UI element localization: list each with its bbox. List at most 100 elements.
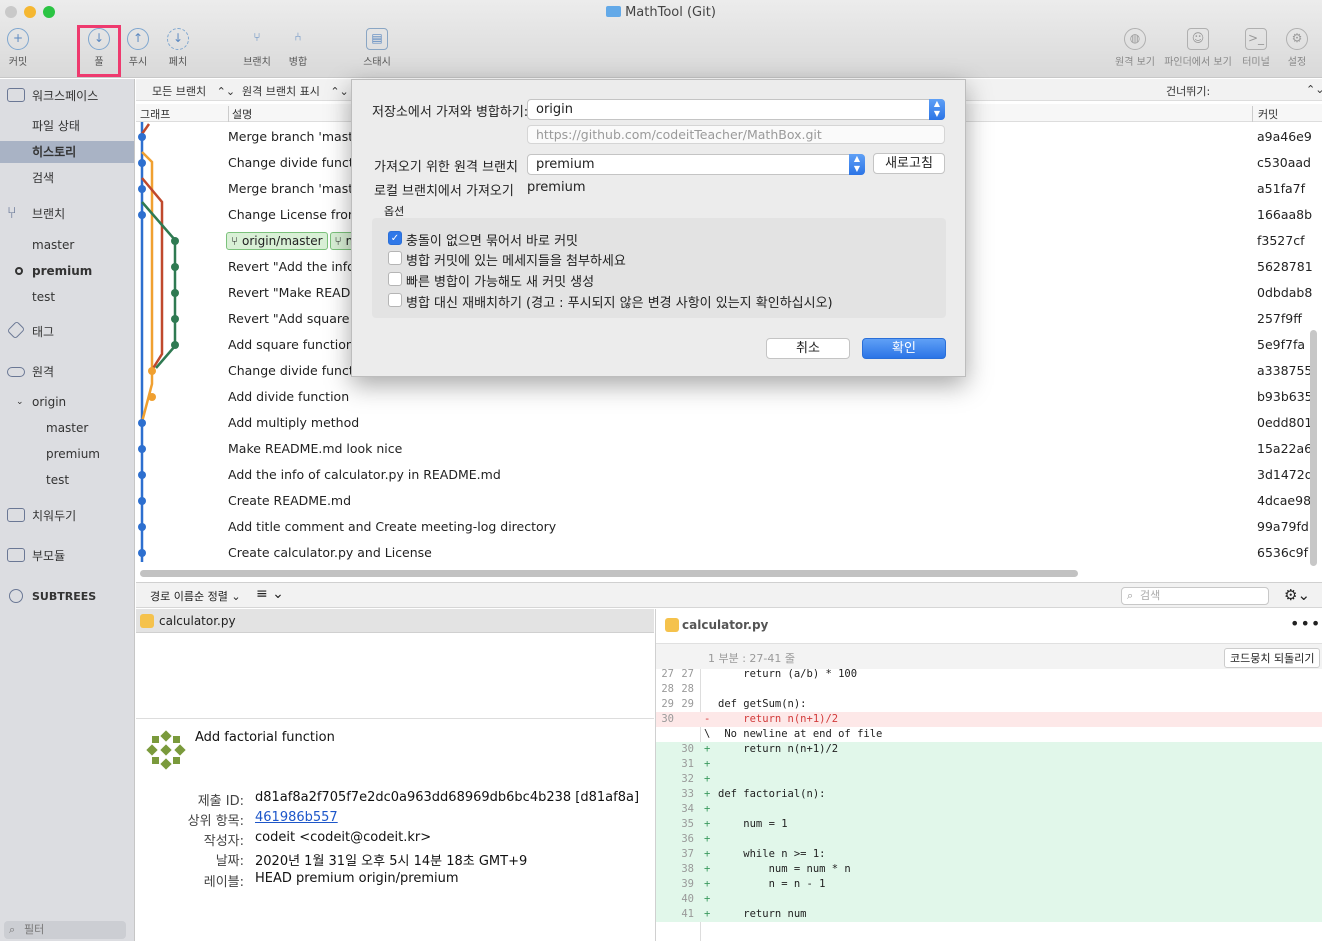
sidebar-workspace: 워크스페이스 [0,85,134,107]
commit-row[interactable]: Add title comment and Create meeting-log… [136,514,1312,540]
diff-code: return n(n+1)/2 [718,713,839,725]
option-checkbox-2[interactable] [388,251,402,265]
diff-line[interactable]: 28 28 [656,682,1322,697]
list-view-icon[interactable]: ≡ ⌄ [256,586,284,602]
commit-row[interactable]: Make README.md look nice 15a22a6 [136,436,1312,462]
merge-button[interactable]: ⑃ 병합 [268,28,328,68]
commit-message: Revert "Add square fu [228,311,366,326]
parent-link[interactable]: 461986b557 [255,810,338,825]
commit-message: Add title comment and Create meeting-log… [228,519,557,534]
new-line-number: 27 [681,668,694,680]
commit-row[interactable]: Add multiply method 0edd801 [136,410,1312,436]
sort-select[interactable]: 경로 이름순 정렬 ⌄ [150,588,241,604]
diff-line[interactable]: 35 + num = 1 [656,817,1322,832]
branch-icon: ⑂ [7,203,17,222]
diff-line[interactable]: 29 29 def getSum(n): [656,697,1322,712]
sidebar-item-search[interactable]: 검색 [0,167,134,189]
sidebar-item-history[interactable]: 히스토리 [0,141,134,163]
sidebar-remote-branch-master[interactable]: master [0,417,134,439]
vertical-scrollbar[interactable] [1310,330,1317,566]
diff-line[interactable]: 34 + [656,802,1322,817]
commit-message: Add divide function [228,389,350,404]
option-checkbox-3[interactable] [388,272,402,286]
diff-line[interactable]: 39 + n = n - 1 [656,877,1322,892]
diff-line[interactable]: 31 + [656,757,1322,772]
commit-column-header[interactable]: 커밋 [1252,106,1278,122]
new-line-number: 41 [681,908,694,920]
diff-line[interactable]: 32 + [656,772,1322,787]
hunk-range: 1 부분 : 27-41 줄 [708,652,796,665]
diff-code: while n >= 1: [718,848,826,860]
branch-tag-origin-master[interactable]: ⑂ origin/master [226,232,328,250]
option-checkbox-4[interactable] [388,293,402,307]
description-column-header[interactable]: 설명 [228,106,252,122]
diff-line[interactable]: 30 - return n(n+1)/2 [656,712,1322,727]
all-branches-select[interactable]: 모든 브랜치 ⌃⌄ [152,83,235,99]
stash-icon [7,508,25,522]
sidebar-remotes-header[interactable]: 원격 [0,361,134,383]
refresh-button[interactable]: 새로고침 [873,153,945,174]
sidebar-tags-header[interactable]: 태그 [0,320,134,343]
remote-view-button[interactable]: ◍ 원격 보기 [1105,28,1165,68]
more-options-icon[interactable]: ••• [1290,614,1321,633]
diff-line[interactable]: \ No newline at end of file [656,727,1322,742]
remote-branch-select[interactable]: premium ▲ ▼ [527,154,865,175]
diff-line[interactable]: 27 27 return (a/b) * 100 [656,667,1322,682]
skip-stepper[interactable]: ⌃⌄ [1306,83,1322,96]
sidebar-remote-branch-premium[interactable]: premium [0,443,134,465]
horizontal-scrollbar[interactable] [140,570,1078,577]
diff-code: def getSum(n): [718,698,807,710]
graph-column-header[interactable]: 그래프 [140,106,170,122]
sidebar-filter-input[interactable]: ⌕ 필터 [4,921,126,939]
commit-id-value: d81af8a2f705f7e2dc0a963dd68969db6bc4b238… [255,790,640,805]
diff-sign: + [704,818,711,830]
diff-sign: + [704,833,711,845]
commit-hash: 5628781 [1257,259,1313,274]
diff-code: return n(n+1)/2 [718,743,839,755]
file-search-input[interactable]: ⌕ 검색 [1121,587,1269,605]
commit-hash: 0dbdab8 [1257,285,1313,300]
tag-icon [6,320,26,340]
settings-button[interactable]: ⚙ 설정 [1267,28,1322,68]
sidebar-branches-header[interactable]: ⑂ 브랜치 [0,203,134,225]
sidebar-branch-test[interactable]: test [0,286,134,308]
commit-hash: 166aa8b [1257,207,1313,222]
diff-sign: + [704,908,711,920]
commit-message: Revert "Add the info o [228,259,367,274]
commit-button[interactable]: + 커밋 [0,28,48,68]
commit-row[interactable]: Create calculator.py and License 6536c9f [136,540,1312,566]
sidebar-item-file-status[interactable]: 파일 상태 [0,115,134,137]
monitor-icon [7,88,25,102]
diff-line[interactable]: 36 + [656,832,1322,847]
gear-icon[interactable]: ⚙⌄ [1284,586,1310,604]
show-remote-select[interactable]: 원격 브랜치 표시 ⌃⌄ [242,83,349,99]
new-line-number: 33 [681,788,694,800]
sidebar-subtrees-header[interactable]: SUBTREES [0,586,134,608]
option-checkbox-1[interactable]: ✓ [388,231,402,245]
diff-line[interactable]: 38 + num = num * n [656,862,1322,877]
branch-tag-master[interactable]: ⑂ ma [329,232,351,250]
file-toolbar: 경로 이름순 정렬 ⌄ ≡ ⌄ ⌕ 검색 ⚙⌄ [136,582,1322,608]
diff-line[interactable]: 40 + [656,892,1322,907]
stash-button[interactable]: ▤ 스태시 [347,28,407,68]
commit-row[interactable]: Create README.md 4dcae98 [136,488,1312,514]
window-title: MathTool (Git) [0,5,1322,20]
repo-select[interactable]: origin ▲ ▼ [527,99,945,120]
diff-line[interactable]: 41 + return num [656,907,1322,922]
sidebar-branch-premium[interactable]: premium [0,260,134,282]
diff-line[interactable]: 33 + def factorial(n): [656,787,1322,802]
diff-line[interactable]: 37 + while n >= 1: [656,847,1322,862]
fetch-button[interactable]: ↓ 페치 [148,28,208,68]
ok-button[interactable]: 확인 [862,338,946,359]
commit-row[interactable]: Add divide function b93b635 [136,384,1313,410]
sidebar-remote-origin[interactable]: ⌄ origin [0,391,134,413]
sidebar-submodules-header[interactable]: 부모듈 [0,545,134,567]
sidebar-stashes-header[interactable]: 치워두기 [0,505,134,527]
file-list-item[interactable]: calculator.py [136,609,654,633]
cancel-button[interactable]: 취소 [766,338,850,359]
sidebar-branch-master[interactable]: master [0,234,134,256]
revert-hunk-button[interactable]: 코드뭉치 되돌리기 [1224,648,1321,668]
commit-row[interactable]: Add the info of calculator.py in README.… [136,462,1313,488]
sidebar-remote-branch-test[interactable]: test [0,469,134,491]
diff-line[interactable]: 30 + return n(n+1)/2 [656,742,1322,757]
